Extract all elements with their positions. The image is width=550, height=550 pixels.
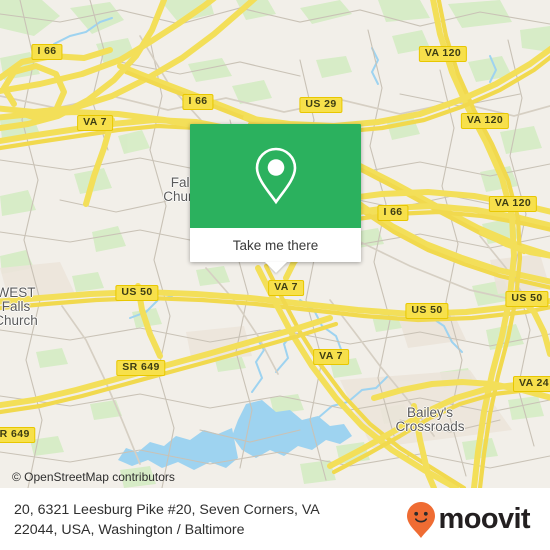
- moovit-map-screenshot: .rd-maj { stroke:#f3df59; stroke-width:6…: [0, 0, 550, 550]
- road-shield: VA 24: [512, 376, 550, 392]
- place-label-baileys-crossroads: Bailey's Crossroads: [395, 405, 465, 434]
- location-pin-icon: [255, 147, 296, 205]
- road-shield: I 66: [31, 44, 63, 60]
- popup-tail: [264, 262, 287, 273]
- place-label-west-falls-church: WEST Falls Church: [0, 285, 38, 328]
- road-shield: VA 120: [460, 113, 510, 129]
- address-text: 20, 6321 Leesburg Pike #20, Seven Corner…: [14, 500, 404, 540]
- map-canvas[interactable]: .rd-maj { stroke:#f3df59; stroke-width:6…: [0, 0, 550, 488]
- road-shield: VA 120: [418, 46, 468, 62]
- road-shield: VA 7: [313, 349, 349, 365]
- road-shield: US 29: [299, 97, 343, 113]
- road-shield: VA 120: [488, 196, 538, 212]
- road-shield: SR 649: [0, 427, 36, 443]
- take-me-there-label: Take me there: [232, 237, 319, 253]
- road-shield: SR 649: [116, 360, 166, 376]
- moovit-logo[interactable]: moovit: [406, 501, 536, 539]
- road-shield: US 50: [405, 303, 449, 319]
- address-line-1: 20, 6321 Leesburg Pike #20, Seven Corner…: [14, 501, 320, 518]
- popup-header: [190, 124, 361, 228]
- road-shield: VA 7: [268, 280, 304, 296]
- footer-bar: 20, 6321 Leesburg Pike #20, Seven Corner…: [0, 488, 550, 550]
- road-shield: VA 7: [77, 115, 113, 131]
- moovit-wordmark: moovit: [438, 503, 531, 535]
- map-marker-popup[interactable]: Take me there: [190, 124, 361, 273]
- road-shield: US 50: [115, 285, 159, 301]
- moovit-pin-icon: [406, 501, 435, 538]
- road-shield: I 66: [377, 205, 409, 221]
- address-line-2: 22044, USA, Washington / Baltimore: [14, 521, 245, 538]
- road-shield: US 50: [505, 291, 549, 307]
- osm-attribution[interactable]: © OpenStreetMap contributors: [12, 470, 175, 484]
- road-shield: I 66: [182, 94, 214, 110]
- take-me-there-button[interactable]: Take me there: [190, 228, 361, 273]
